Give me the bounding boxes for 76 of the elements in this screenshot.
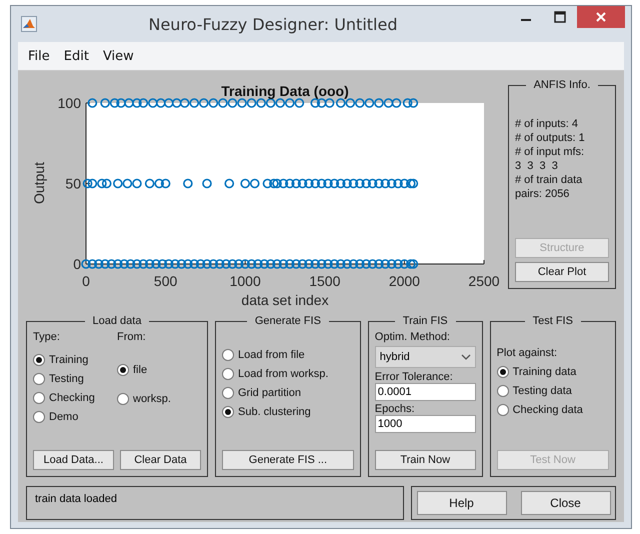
x-tick-label: 2500 (468, 273, 500, 289)
method-dropdown[interactable]: hybrid (374, 346, 476, 368)
panel-title: ANFIS Info. (532, 79, 592, 91)
radio-option[interactable]: Load from file (222, 349, 354, 361)
peak-logo-icon (21, 16, 37, 32)
panel-title: Load data (92, 315, 142, 327)
info-text: # of inputs: 4 (515, 117, 579, 131)
x-axis-label: data set index (241, 292, 329, 307)
radio-button[interactable] (496, 366, 509, 378)
info-text: # of input mfs: (515, 145, 586, 159)
y-tick-label: 0 (73, 256, 81, 272)
from-label: From: (117, 331, 147, 343)
radio-option[interactable]: Grid partition (222, 387, 354, 399)
panel-button[interactable]: Clear Plot (515, 262, 609, 282)
panel-button[interactable]: Load Data... (33, 450, 114, 470)
radio-button[interactable] (222, 387, 234, 399)
radio-option[interactable]: worksp. (117, 393, 201, 405)
radio-button[interactable] (33, 354, 45, 366)
chart-title: Training Data (ooo) (221, 83, 349, 99)
y-axis-label: Output (31, 162, 47, 204)
radio-option[interactable]: Load from worksp. (222, 368, 354, 380)
radio-button[interactable] (117, 364, 129, 376)
plot-against-label: Plot against: (496, 347, 558, 359)
tolerance-label: Error Tolerance: (374, 371, 454, 383)
epochs-label: Epochs: (374, 403, 416, 415)
radio-button[interactable] (496, 385, 509, 397)
radio-button[interactable] (117, 393, 129, 405)
close-button[interactable] (577, 6, 625, 28)
info-text: # of train data (515, 173, 584, 187)
x-tick-label: 1500 (309, 273, 340, 289)
caret-icon (460, 353, 471, 361)
radio-button[interactable] (222, 368, 234, 380)
radio-option[interactable]: Testing data (496, 385, 609, 397)
y-tick-label: 100 (58, 95, 81, 111)
radio-option[interactable]: file (117, 364, 201, 376)
panel-title: Train FIS (402, 315, 449, 327)
panel-title: Generate FIS (254, 315, 322, 327)
minimize-icon (521, 19, 531, 21)
radio-option[interactable]: Training data (496, 366, 609, 378)
info-text: pairs: 2056 (515, 187, 570, 201)
x-tick-label: 1000 (230, 273, 261, 289)
radio-option[interactable]: Sub. clustering (222, 406, 354, 418)
menu-item[interactable]: Edit (58, 46, 95, 66)
radio-option[interactable]: Checking data (496, 404, 609, 416)
radio-button[interactable] (33, 392, 45, 404)
dialog-button[interactable]: Close (520, 491, 610, 515)
radio-option[interactable]: Training (33, 354, 117, 366)
info-text: 3 3 3 3 (515, 159, 559, 173)
panel-title: Test FIS (532, 315, 574, 327)
radio-option[interactable]: Demo (33, 411, 117, 423)
radio-button[interactable] (33, 411, 45, 423)
maximize-icon (554, 11, 566, 23)
generate-fis-button[interactable]: Generate FIS ... (222, 450, 354, 470)
dialog-button[interactable]: Help (416, 491, 506, 515)
window-title: Neuro-Fuzzy Designer: Untitled (147, 14, 398, 34)
x-tick-label: 0 (82, 273, 90, 289)
radio-button[interactable] (222, 406, 234, 418)
radio-button[interactable] (33, 373, 45, 385)
status-text: train data loaded (35, 493, 117, 505)
radio-button[interactable] (222, 349, 234, 361)
menu-item[interactable]: View (96, 46, 140, 66)
epochs-field[interactable]: 1000 (374, 415, 476, 433)
type-label: Type: (33, 331, 61, 343)
method-label: Optim. Method: (374, 331, 451, 343)
info-text: # of outputs: 1 (515, 131, 586, 145)
y-tick-label: 50 (65, 176, 81, 192)
close-icon (595, 11, 607, 23)
x-tick-label: 2000 (388, 273, 420, 289)
x-tick-label: 500 (154, 273, 178, 289)
panel-button[interactable]: Clear Data (120, 450, 201, 470)
train-now-button[interactable]: Train Now (374, 450, 476, 470)
menu-item[interactable]: File (22, 46, 56, 66)
tolerance-field[interactable]: 0.0001 (374, 383, 476, 401)
radio-option[interactable]: Checking (33, 392, 117, 404)
radio-button[interactable] (496, 404, 509, 416)
radio-option[interactable]: Testing (33, 373, 117, 385)
